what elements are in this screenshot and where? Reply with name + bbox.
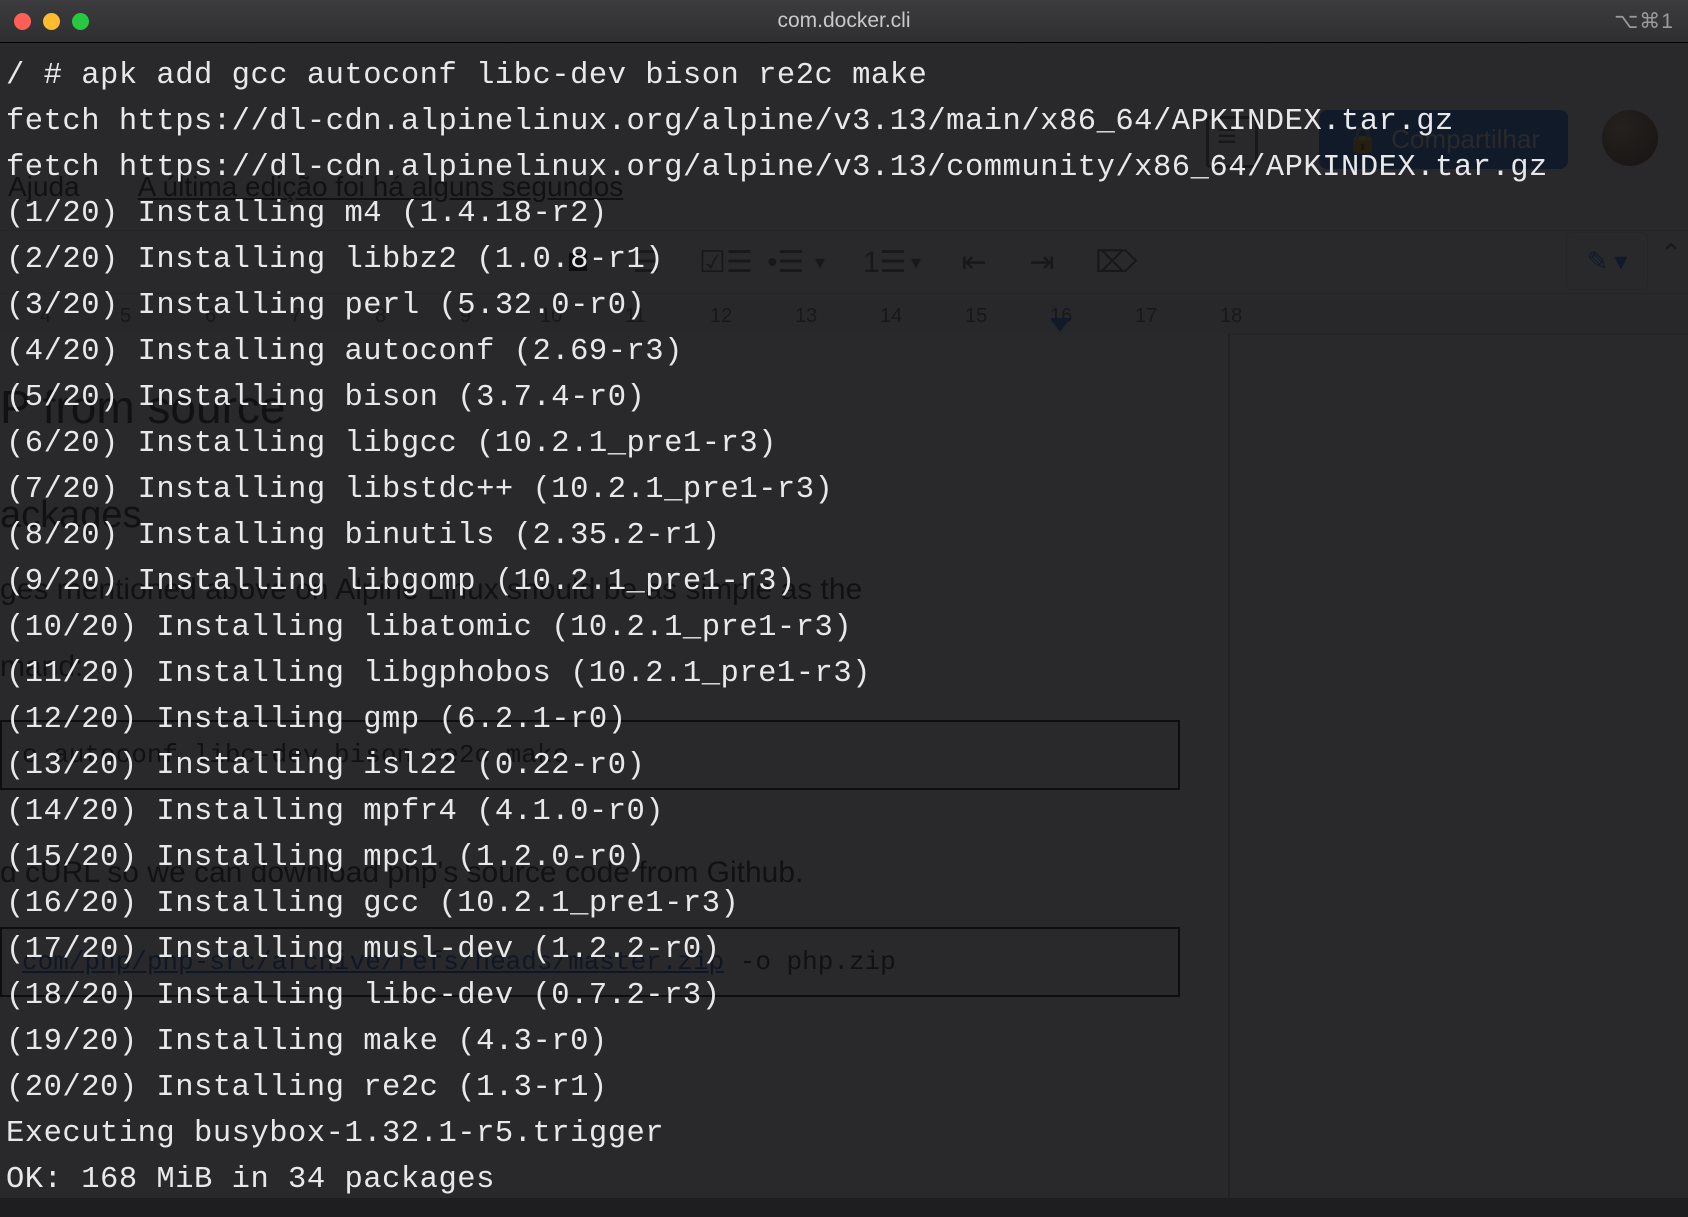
maximize-icon[interactable] [72, 13, 89, 30]
terminal-line: Executing busybox-1.32.1-r5.trigger [6, 1111, 1682, 1157]
terminal-line: (5/20) Installing bison (3.7.4-r0) [6, 375, 1682, 421]
terminal-line: (6/20) Installing libgcc (10.2.1_pre1-r3… [6, 421, 1682, 467]
terminal-body[interactable]: / # apk add gcc autoconf libc-dev bison … [0, 43, 1688, 1217]
terminal-line: (10/20) Installing libatomic (10.2.1_pre… [6, 605, 1682, 651]
terminal-line: (20/20) Installing re2c (1.3-r1) [6, 1065, 1682, 1111]
terminal-line: (3/20) Installing perl (5.32.0-r0) [6, 283, 1682, 329]
terminal-line: (11/20) Installing libgphobos (10.2.1_pr… [6, 651, 1682, 697]
terminal-line: (19/20) Installing make (4.3-r0) [6, 1019, 1682, 1065]
close-icon[interactable] [14, 13, 31, 30]
terminal-line: (18/20) Installing libc-dev (0.7.2-r3) [6, 973, 1682, 1019]
terminal-line: (12/20) Installing gmp (6.2.1-r0) [6, 697, 1682, 743]
terminal-line: (13/20) Installing isl22 (0.22-r0) [6, 743, 1682, 789]
terminal-line: (9/20) Installing libgomp (10.2.1_pre1-r… [6, 559, 1682, 605]
terminal-line: fetch https://dl-cdn.alpinelinux.org/alp… [6, 145, 1682, 191]
terminal-line: OK: 168 MiB in 34 packages [6, 1157, 1682, 1203]
window-shortcut: ⌥⌘1 [1614, 9, 1674, 34]
terminal-line: fetch https://dl-cdn.alpinelinux.org/alp… [6, 99, 1682, 145]
terminal-line: (14/20) Installing mpfr4 (4.1.0-r0) [6, 789, 1682, 835]
terminal-line: (7/20) Installing libstdc++ (10.2.1_pre1… [6, 467, 1682, 513]
terminal-window[interactable]: com.docker.cli ⌥⌘1 / # apk add gcc autoc… [0, 0, 1688, 1217]
window-title: com.docker.cli [0, 9, 1688, 33]
terminal-line: (2/20) Installing libbz2 (1.0.8-r1) [6, 237, 1682, 283]
window-controls[interactable] [14, 13, 89, 30]
terminal-line: (15/20) Installing mpc1 (1.2.0-r0) [6, 835, 1682, 881]
terminal-line: (16/20) Installing gcc (10.2.1_pre1-r3) [6, 881, 1682, 927]
terminal-line: (1/20) Installing m4 (1.4.18-r2) [6, 191, 1682, 237]
terminal-line: / # apk add gcc autoconf libc-dev bison … [6, 53, 1682, 99]
minimize-icon[interactable] [43, 13, 60, 30]
terminal-line: (4/20) Installing autoconf (2.69-r3) [6, 329, 1682, 375]
terminal-line: (17/20) Installing musl-dev (1.2.2-r0) [6, 927, 1682, 973]
terminal-titlebar[interactable]: com.docker.cli ⌥⌘1 [0, 0, 1688, 43]
terminal-line: (8/20) Installing binutils (2.35.2-r1) [6, 513, 1682, 559]
